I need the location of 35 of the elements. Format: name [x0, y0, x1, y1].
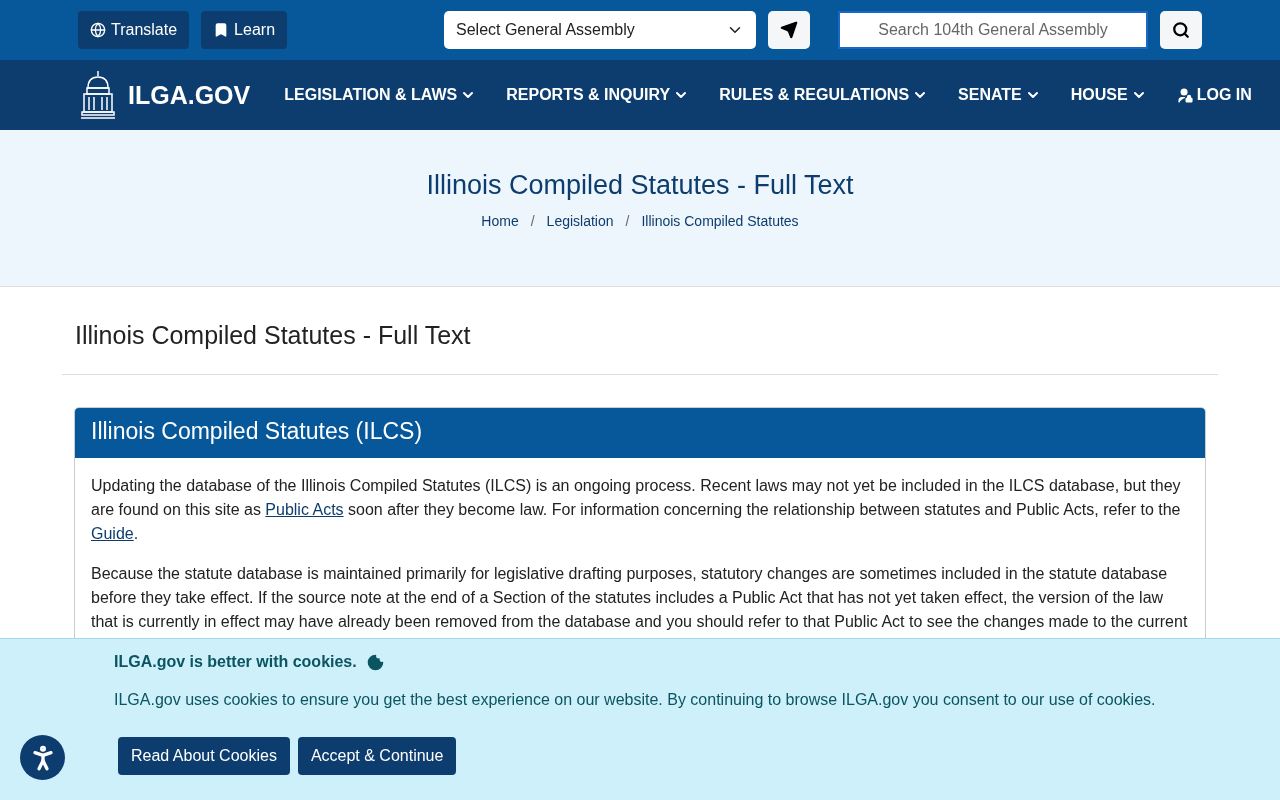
top-bar-button[interactable]: Translate	[78, 11, 190, 49]
cookie-icon	[366, 653, 384, 671]
paper-plane-icon	[780, 21, 798, 39]
cookie-button[interactable]: Accept & Continue	[297, 737, 457, 775]
cookie-button[interactable]: Read About Cookies	[118, 737, 290, 775]
paragraph: Updating the database of the Illinois Compiled Statutes (ILCS) is an ongoing process. Recent laws may not yet be included in the ILCS database, but they are found on this site as Public Acts soon after they become law. For information concerning the relationship between statutes and Public Acts, refer to the Guide.	[91, 476, 1182, 544]
search-button[interactable]	[1160, 11, 1202, 49]
breadcrumb-link[interactable]: Legislation	[546, 213, 614, 229]
nav-menu-item[interactable]: SENATE	[958, 86, 1041, 104]
text-link[interactable]: Public Acts	[265, 501, 344, 518]
nav-menu-item[interactable]: REPORTS & INQUIRY	[506, 86, 690, 104]
breadcrumb-link[interactable]: Illinois Compiled Statutes	[641, 213, 799, 229]
card-title: Illinois Compiled Statutes (ILCS)	[75, 408, 1205, 458]
nav-menu-item[interactable]: RULES & REGULATIONS	[719, 86, 929, 104]
assembly-select[interactable]: Select General Assembly	[444, 11, 756, 49]
page-title: Illinois Compiled Statutes - Full Text	[426, 170, 854, 201]
login-link[interactable]: LOG IN	[1176, 86, 1252, 104]
capitol-logo-icon	[80, 70, 116, 120]
text-link[interactable]: Guide	[91, 525, 134, 542]
top-bar-button[interactable]: Learn	[201, 11, 288, 49]
breadcrumb-separator: /	[625, 213, 630, 229]
nav-menu-item[interactable]: LEGISLATION & LAWS	[284, 86, 477, 104]
globe-icon	[90, 22, 106, 38]
breadcrumb-link[interactable]: Home	[481, 213, 519, 229]
cookie-banner-text: ILGA.gov uses cookies to ensure you get the best experience on our website. By continuing to browse ILGA.gov you consent to our use of cookies.	[114, 691, 1157, 709]
nav-menu-item[interactable]: HOUSE	[1070, 86, 1147, 104]
cookie-banner-title: ILGA.gov is better with cookies.	[114, 653, 357, 671]
search-icon	[1172, 21, 1190, 39]
site-logo-text[interactable]: ILGA.GOV	[128, 80, 251, 110]
user-lock-icon	[1176, 86, 1194, 104]
breadcrumb-separator: /	[530, 213, 535, 229]
section-heading: Illinois Compiled Statutes - Full Text	[75, 321, 472, 351]
paragraph: Because the statute database is maintained primarily for legislative drafting purposes, statutory changes are sometimes included in the statute database before they take effect. If the source note at the end of a Section of the statutes includes a Public Act that has not yet taken effect, the version of the law that is currently in effect may have already been removed from the database and you should refer to that Public Act to see the changes made to the current	[91, 564, 1189, 632]
send-button[interactable]	[768, 11, 810, 49]
search-field[interactable]: Search 104th General Assembly	[838, 11, 1148, 49]
